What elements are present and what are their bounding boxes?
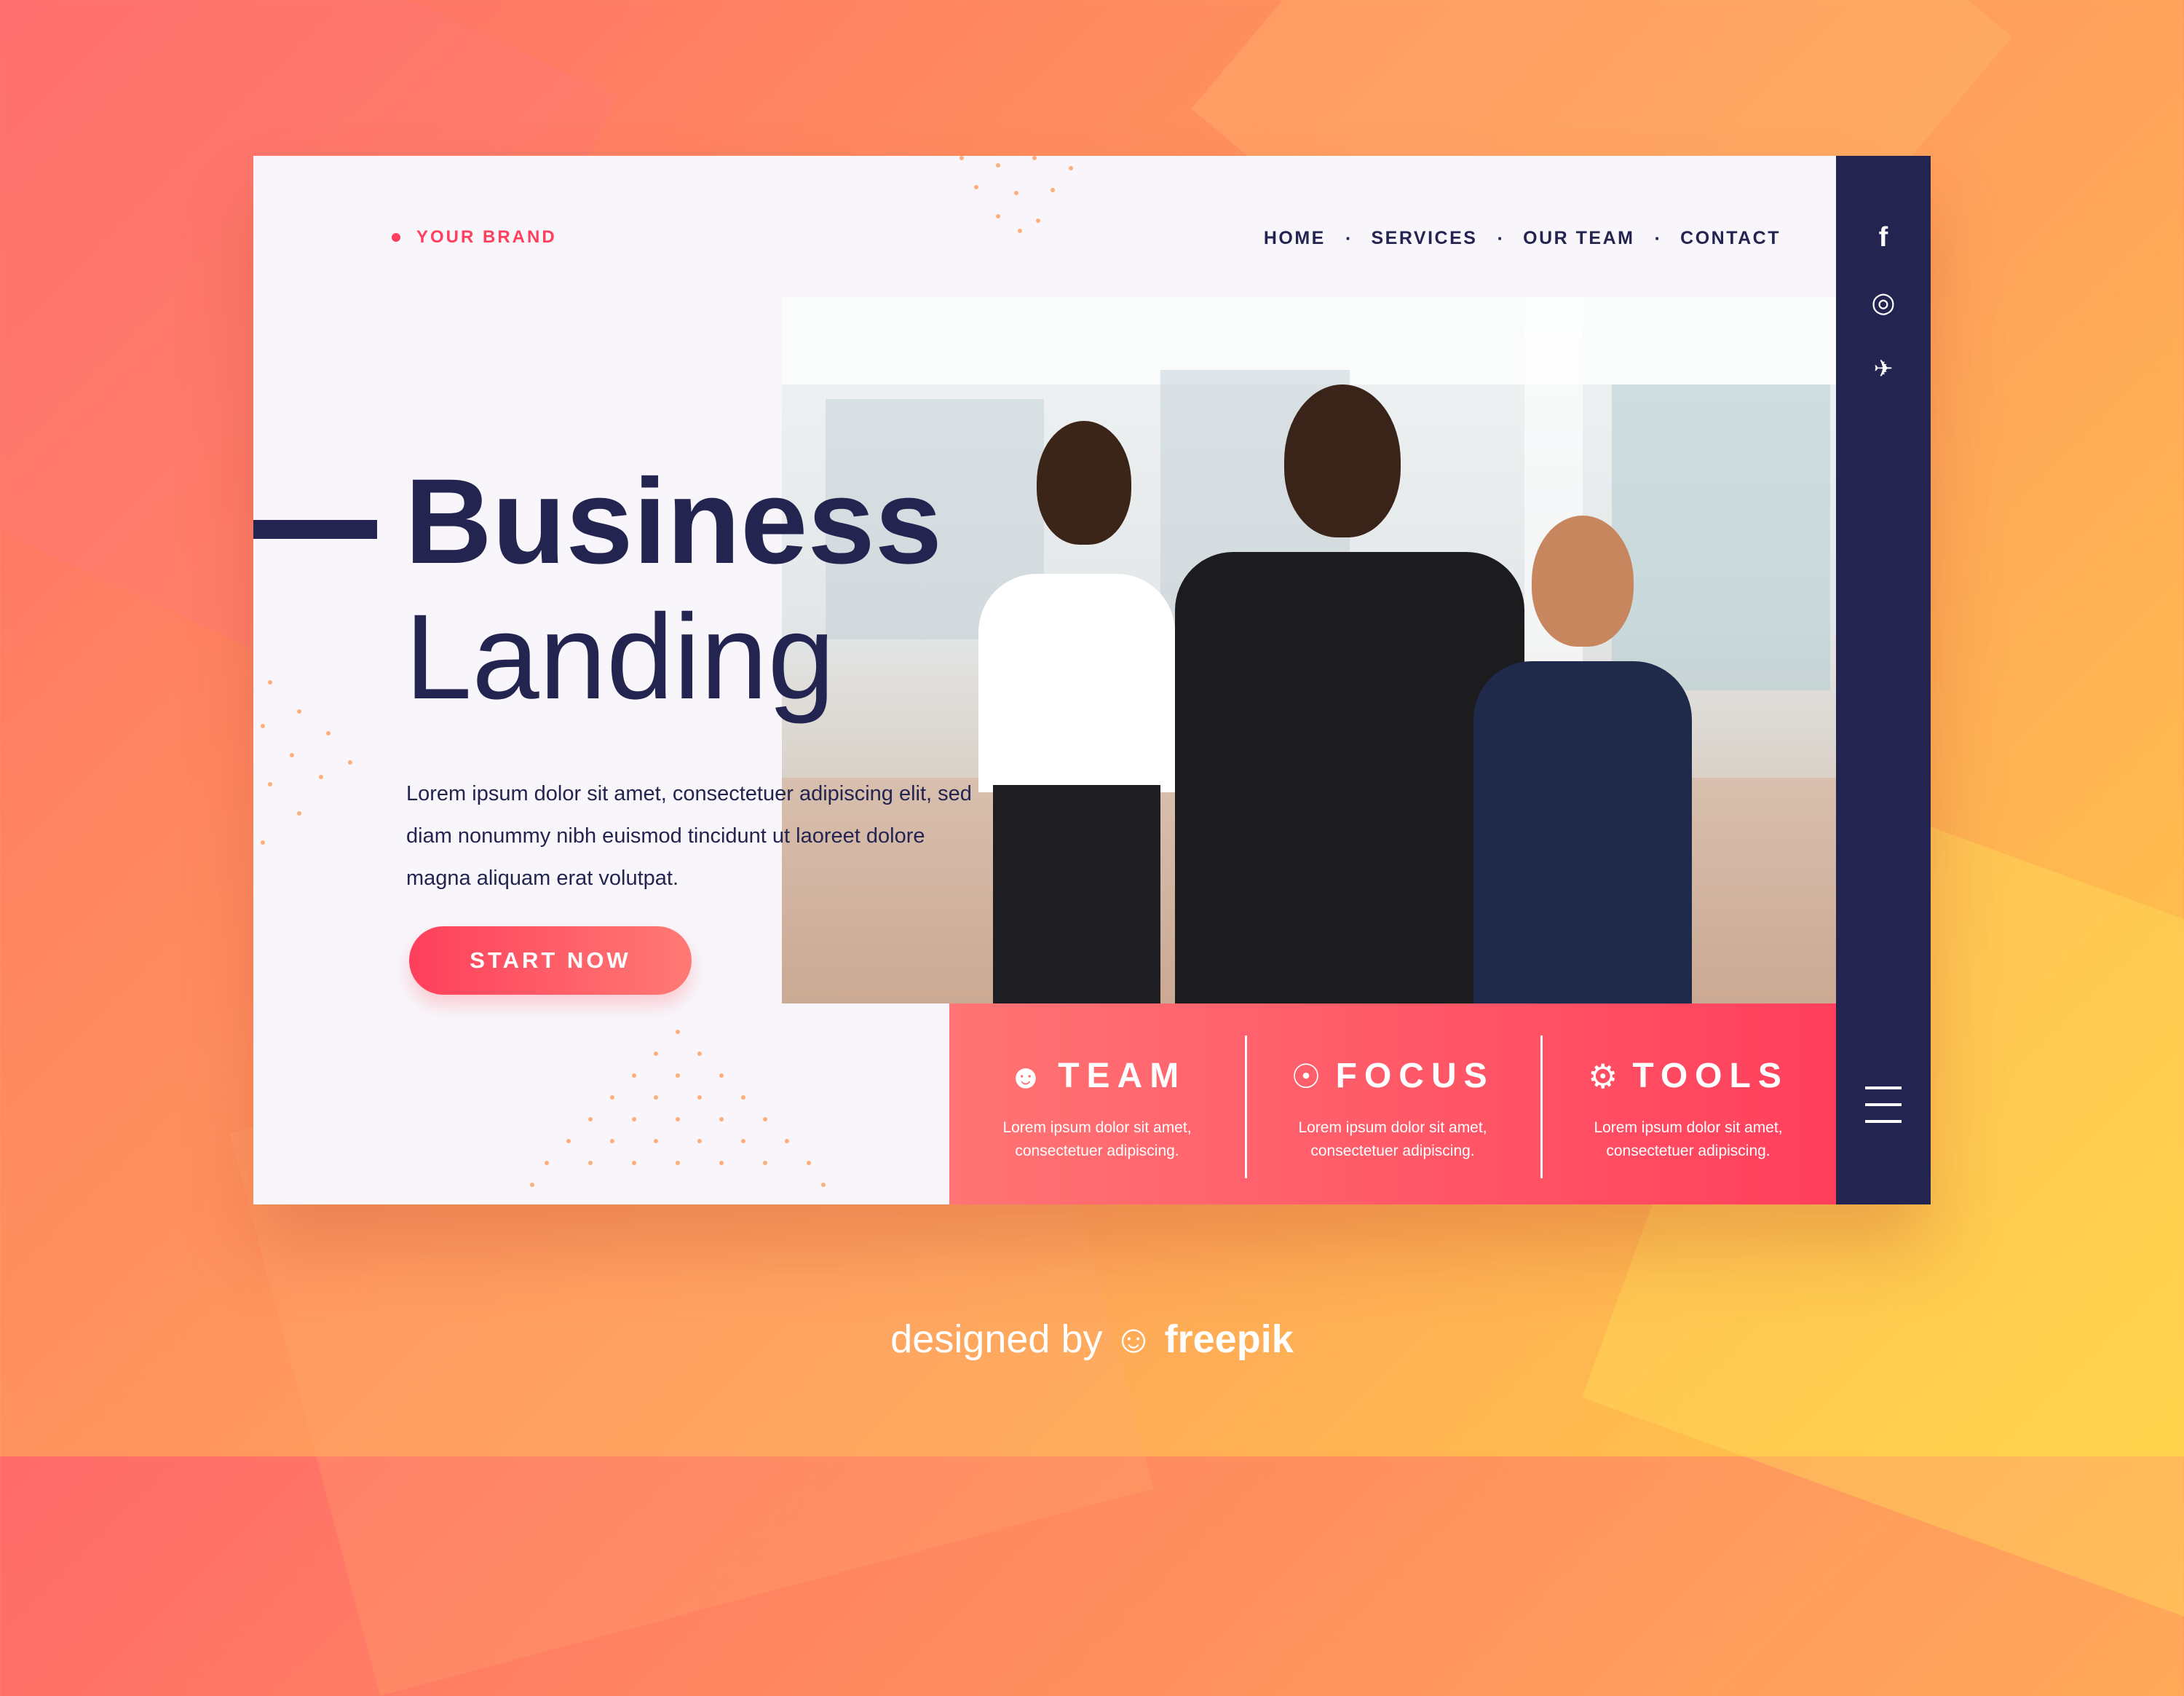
feature-text: Lorem ipsum dolor sit amet, consectetuer… <box>1298 1119 1487 1159</box>
brand-logo[interactable]: YOUR BRAND <box>392 227 557 248</box>
feature-title: TOOLS <box>1632 1057 1789 1095</box>
brand-name: YOUR BRAND <box>416 227 557 247</box>
main-nav: HOME · SERVICES · OUR TEAM · CONTACT <box>1264 227 1781 250</box>
nav-our-team[interactable]: OUR TEAM <box>1523 228 1634 249</box>
feature-title: TEAM <box>1058 1057 1187 1095</box>
feature-title: FOCUS <box>1335 1057 1495 1095</box>
person-right <box>1473 516 1692 1003</box>
facebook-icon[interactable]: f <box>1836 223 1931 252</box>
social-sidebar: f ◎ ✈ <box>1836 156 1931 1204</box>
nav-services[interactable]: SERVICES <box>1371 228 1477 249</box>
nav-separator: · <box>1345 227 1352 249</box>
feature-team[interactable]: ☻ TEAM Lorem ipsum dolor sit amet, conse… <box>949 1003 1245 1204</box>
focus-icon: ☉ <box>1291 1057 1321 1095</box>
accent-line <box>253 520 377 539</box>
footer-credit: designed by ☺ freepik <box>0 1317 2184 1362</box>
freepik-logo-icon: ☺ <box>1113 1317 1154 1361</box>
nav-contact[interactable]: CONTACT <box>1680 228 1781 249</box>
hero-title-line1: Business <box>405 454 943 589</box>
person-left <box>978 421 1175 1003</box>
start-now-button[interactable]: START NOW <box>409 926 692 995</box>
instagram-icon[interactable]: ◎ <box>1836 288 1931 317</box>
decorative-dots-top <box>945 156 1105 243</box>
person-center <box>1175 384 1524 1003</box>
feature-text: Lorem ipsum dolor sit amet, consectetuer… <box>1002 1119 1192 1159</box>
landing-card: YOUR BRAND HOME · SERVICES · OUR TEAM · … <box>253 156 1931 1204</box>
nav-home[interactable]: HOME <box>1264 228 1326 249</box>
feature-focus[interactable]: ☉ FOCUS Lorem ipsum dolor sit amet, cons… <box>1245 1003 1540 1204</box>
decorative-dots-bottom <box>530 1030 836 1204</box>
footer-brand[interactable]: freepik <box>1165 1317 1294 1361</box>
hero-title-line2: Landing <box>405 590 835 725</box>
decorative-dots-left <box>253 680 355 855</box>
hero-description: Lorem ipsum dolor sit amet, consectetuer… <box>406 782 972 890</box>
footer-prefix: designed by <box>890 1317 1103 1361</box>
team-icon: ☻ <box>1008 1057 1044 1095</box>
feature-text: Lorem ipsum dolor sit amet, consectetuer… <box>1594 1119 1783 1159</box>
feature-tools[interactable]: ⚙ TOOLS Lorem ipsum dolor sit amet, cons… <box>1540 1003 1836 1204</box>
tools-icon: ⚙ <box>1588 1057 1618 1095</box>
brand-dot-icon <box>392 233 400 242</box>
menu-icon[interactable] <box>1865 1086 1902 1123</box>
twitter-icon[interactable]: ✈ <box>1836 354 1931 383</box>
features-strip: ☻ TEAM Lorem ipsum dolor sit amet, conse… <box>949 1003 1836 1204</box>
nav-separator: · <box>1654 227 1661 249</box>
nav-separator: · <box>1497 227 1504 249</box>
hero-title: Business Landing <box>405 454 942 725</box>
